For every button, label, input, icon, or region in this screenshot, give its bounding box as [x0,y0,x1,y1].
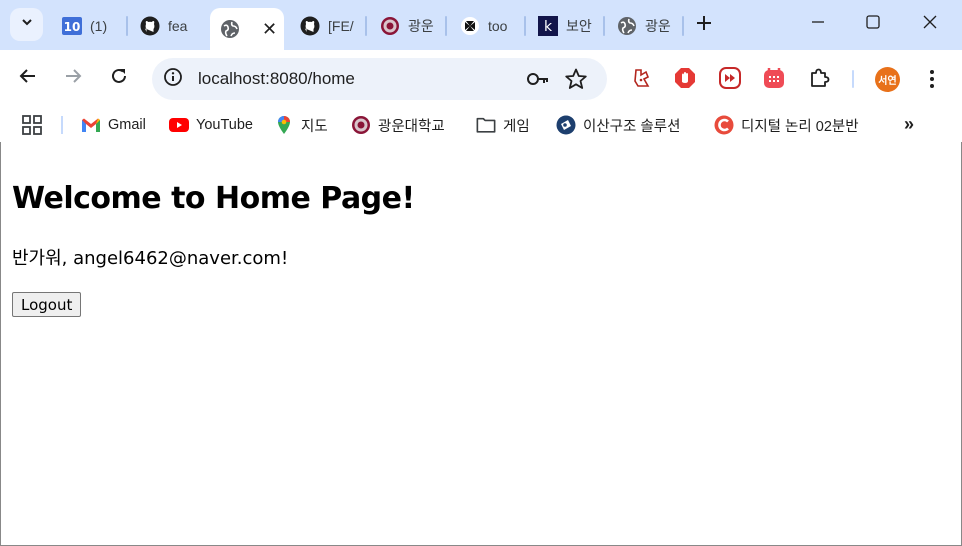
tab-5[interactable]: 광운 [370,8,440,44]
apps-grid-icon[interactable] [22,115,42,135]
profile-avatar[interactable]: 서연 [875,67,900,92]
extensions-puzzle-icon[interactable] [808,67,830,89]
star-icon[interactable] [564,67,588,91]
tab-divider [445,16,447,36]
tab-2[interactable]: fea [130,8,198,44]
kwu-emblem-icon [351,115,371,135]
back-button[interactable] [16,66,40,90]
tab-search-button[interactable] [10,8,43,41]
minimize-button[interactable] [806,12,830,36]
bookmark-maps[interactable]: 지도 [274,114,328,136]
folder-icon [476,115,496,135]
bookmark-youtube[interactable]: YouTube [169,114,253,136]
github-icon [300,16,320,36]
tab-label: 광운 [645,18,671,34]
tab-divider [126,16,128,36]
bookmark-label: 광운대학교 [378,118,445,135]
page-content: Welcome to Home Page! 반가워, angel6462@nav… [0,142,962,546]
tab-8[interactable]: 광운 [607,8,679,44]
new-tab-button[interactable] [692,12,716,36]
bookmark-label: 이산구조 솔루션 [583,118,681,135]
chevron-down-icon [20,15,34,34]
svg-text:k: k [544,19,553,35]
tab-4[interactable]: [FE/ [290,8,358,44]
tab-7[interactable]: k 보안 [528,8,598,44]
bookmark-label: Gmail [108,117,146,133]
page-title: Welcome to Home Page! [12,181,415,216]
close-icon[interactable]: ✕ [262,19,277,40]
c-circle-icon [714,115,734,135]
bookmark-label: 지도 [301,118,328,135]
url-text[interactable]: localhost:8080/home [198,69,355,89]
bookmark-label: 게임 [503,118,530,135]
k-icon: k [538,16,558,36]
tab-divider [682,16,684,36]
tab-divider [603,16,605,36]
bookmark-folder-games[interactable]: 게임 [476,114,530,136]
bookmarks-divider [61,116,63,134]
tab-label: [FE/ [328,18,354,34]
plus-icon [696,11,712,37]
bookmarks-bar: Gmail YouTube 지도 광운대학교 게임 이산구조 솔루션 디지털 논… [0,108,962,142]
bookmark-label: YouTube [196,117,253,133]
kwu-emblem-icon [380,16,400,36]
bookmark-digital-logic[interactable]: 디지털 논리 02분반 [714,114,859,136]
close-icon [922,14,938,35]
globe-icon [220,19,240,39]
youtube-icon [169,115,189,135]
maximize-icon [865,14,881,35]
maps-pin-icon [274,115,294,135]
tab-strip: 10 (1) fea ✕ [FE/ 광운 too k 보안 광운 [0,0,962,50]
tab-divider [524,16,526,36]
calendar-extension-icon[interactable] [763,67,785,89]
bookmark-gmail[interactable]: Gmail [81,114,146,136]
browser-toolbar: localhost:8080/home 서연 [0,50,962,108]
tab-1[interactable]: 10 (1) [52,8,124,44]
maximize-button[interactable] [861,12,885,36]
github-icon [140,16,160,36]
chevron-double-right-icon[interactable]: » [904,114,914,135]
info-icon [163,67,183,92]
globe-icon [617,16,637,36]
tab-3-active[interactable]: ✕ [210,8,284,50]
reload-button[interactable] [107,66,131,90]
minimize-icon [810,14,826,35]
address-bar[interactable]: localhost:8080/home [152,58,607,100]
tab-divider [365,16,367,36]
tab-label: too [488,18,508,34]
tool-icon [460,16,480,36]
gmail-icon [81,115,101,135]
toolbar-divider [852,70,854,88]
logout-button[interactable]: Logout [12,292,82,317]
adblock-icon[interactable] [674,67,696,89]
svg-text:10: 10 [64,20,81,34]
key-icon[interactable] [526,68,550,90]
reload-icon [110,67,128,90]
extension-scratch-icon[interactable] [631,67,653,89]
tab-10-icon: 10 [62,16,82,36]
bookmark-discrete[interactable]: 이산구조 솔루션 [556,114,680,136]
tab-6[interactable]: too [450,8,520,44]
more-options-icon[interactable] [920,66,944,92]
arrow-right-icon [64,67,82,90]
fast-forward-extension-icon[interactable] [719,67,741,89]
bookmark-kwu[interactable]: 광운대학교 [351,114,445,136]
bookmark-label: 디지털 논리 02분반 [741,118,859,135]
close-window-button[interactable] [918,12,942,36]
tab-label: fea [168,18,188,34]
tab-label: 광운 [408,18,434,34]
tab-label: (1) [90,18,108,34]
arrow-left-icon [19,67,37,90]
tab-label: 보안 [566,18,592,34]
forward-button[interactable] [61,66,85,90]
site-info-button[interactable] [162,67,184,92]
greeting-text: 반가워, angel6462@naver.com! [12,248,289,269]
discrete-icon [556,115,576,135]
